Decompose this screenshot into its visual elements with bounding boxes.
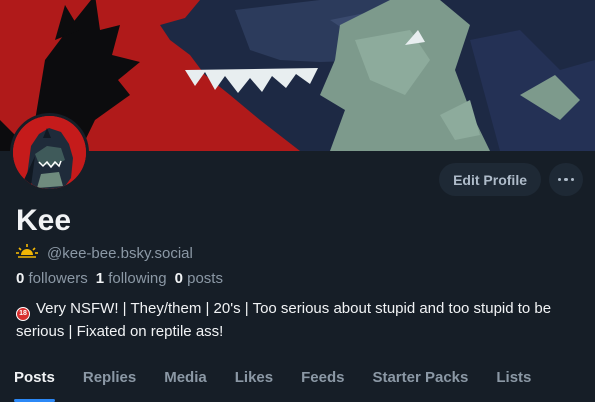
avatar-image [13,116,86,189]
edit-profile-button[interactable]: Edit Profile [439,163,541,196]
following-label: following [108,270,167,287]
profile-stats: 0 followers 1 following 0 posts [16,270,223,287]
tab-replies[interactable]: Replies [69,366,150,402]
banner-artwork [0,0,595,151]
profile-tabs: Posts Replies Media Likes Feeds Starter … [0,366,595,402]
handle-row: @kee-bee.bsky.social [16,244,193,262]
no-under-18-icon: 18 [16,306,30,321]
profile-bio-container: 18 Very NSFW! | They/them | 20's | Too se… [16,298,584,342]
followers-label: followers [28,270,88,287]
posts-stat: 0 posts [175,270,223,287]
profile-banner[interactable] [0,0,595,151]
avatar[interactable] [10,113,89,192]
sunset-icon [16,244,38,262]
followers-count: 0 [16,270,25,287]
posts-count: 0 [174,270,183,287]
display-name: Kee [16,204,72,237]
more-options-button[interactable] [549,163,583,196]
tab-posts[interactable]: Posts [0,366,69,402]
tab-starter-packs[interactable]: Starter Packs [358,366,482,402]
profile-handle[interactable]: @kee-bee.bsky.social [47,245,193,262]
profile-bio: Very NSFW! | They/them | 20's | Too seri… [16,300,552,340]
tab-feeds[interactable]: Feeds [287,366,358,402]
tab-lists[interactable]: Lists [482,366,545,402]
profile-actions: Edit Profile [439,163,583,196]
tab-likes[interactable]: Likes [221,366,287,402]
following-stat[interactable]: 1 following [96,270,167,287]
followers-stat[interactable]: 0 followers [16,270,88,287]
tab-media[interactable]: Media [150,366,221,402]
more-horizontal-icon [557,177,575,182]
following-count: 1 [95,270,105,287]
posts-label: posts [187,270,223,287]
